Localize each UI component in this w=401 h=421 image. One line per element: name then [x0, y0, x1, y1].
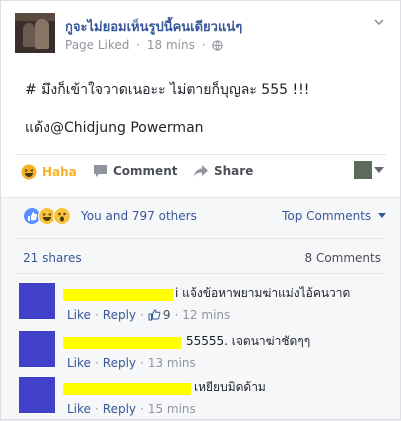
comment-like-link[interactable]: Like [67, 308, 91, 322]
comment-label: Comment [113, 164, 178, 178]
comment-item: เหยียบมิดด้าม Like · Reply · 15 mins [19, 377, 386, 421]
comment-text: 55555. เจตนาฆ่าชัดๆๆ [186, 334, 311, 348]
reactions-count-link[interactable]: You and 797 others [81, 209, 197, 223]
separator: · [140, 402, 144, 416]
page-name-link[interactable]: กูจะไม่ยอมเห็นรูปนี้คนเดียวแน่ๆ [65, 16, 242, 37]
comment-text: เหยียบมิดด้าม [194, 380, 266, 394]
wow-reaction-icon [53, 207, 71, 225]
comment-reply-link[interactable]: Reply [103, 308, 136, 322]
divider [15, 154, 386, 155]
comment-actions: Like · Reply · 13 mins [67, 356, 196, 370]
comments-count[interactable]: 8 Comments [305, 251, 382, 265]
post-meta: Page Liked · 18 mins · [65, 38, 226, 52]
post-text-line-1: # มึงก็เข้าใจวาดเนอะะ ไม่ตายก็บุญละ 555 … [25, 82, 310, 98]
haha-icon [21, 164, 37, 180]
shares-count-link[interactable]: 21 shares [23, 251, 82, 265]
separator: · [94, 356, 99, 370]
page-avatar[interactable] [15, 13, 55, 53]
globe-icon [212, 40, 223, 51]
comment-reply-link[interactable]: Reply [103, 356, 136, 370]
top-comments-dropdown[interactable]: Top Comments [282, 209, 386, 223]
haha-button[interactable]: Haha [21, 164, 77, 180]
top-comments-label: Top Comments [282, 209, 372, 223]
share-icon [193, 164, 209, 178]
reaction-icons[interactable] [23, 207, 71, 225]
separator: · [140, 356, 144, 370]
comment-like-count[interactable]: 9 [163, 308, 171, 322]
separator: · [94, 308, 99, 322]
commenter-name-redacted[interactable] [63, 383, 191, 395]
chevron-down-icon [378, 213, 386, 219]
chevron-down-icon[interactable] [372, 15, 386, 29]
commenter-name-redacted[interactable] [63, 289, 173, 301]
comment-timestamp[interactable]: 13 mins [148, 356, 196, 370]
comment-item: 55555. เจตนาฆ่าชัดๆๆ Like · Reply · 13 m… [19, 331, 386, 375]
divider [1, 197, 400, 198]
comment-item: i แจ้งข้อหาพยามฆ่าแม่งไอ้คนวาด Like · Re… [19, 283, 386, 327]
post-card: กูจะไม่ยอมเห็นรูปนี้คนเดียวแน่ๆ Page Lik… [0, 0, 401, 420]
comment-like-link[interactable]: Like [67, 356, 91, 370]
share-button[interactable]: Share [193, 164, 253, 178]
comment-button[interactable]: Comment [93, 164, 177, 178]
haha-label: Haha [42, 165, 77, 179]
comment-like-link[interactable]: Like [67, 402, 91, 416]
comment-timestamp[interactable]: 15 mins [148, 402, 196, 416]
divider [15, 273, 386, 274]
commenter-avatar[interactable] [19, 377, 55, 413]
share-as-avatar[interactable] [354, 161, 372, 179]
meta-separator: · [201, 38, 206, 52]
post-actions: Haha Comment Share [15, 158, 386, 188]
comment-timestamp[interactable]: 12 mins [182, 308, 230, 322]
page-liked-status: Page Liked [65, 38, 130, 52]
like-count-icon [148, 309, 161, 321]
meta-separator: · [136, 38, 141, 52]
commenter-name-redacted[interactable] [63, 337, 181, 349]
divider [15, 238, 386, 239]
comment-reply-link[interactable]: Reply [103, 402, 136, 416]
comment-actions: Like · Reply · 9 · 12 mins [67, 308, 230, 322]
chevron-down-icon[interactable] [374, 167, 384, 173]
separator: · [174, 308, 179, 322]
share-label: Share [214, 164, 254, 178]
comment-actions: Like · Reply · 15 mins [67, 402, 196, 416]
post-header: กูจะไม่ยอมเห็นรูปนี้คนเดียวแน่ๆ Page Lik… [15, 13, 386, 57]
comment-text: i แจ้งข้อหาพยามฆ่าแม่งไอ้คนวาด [175, 286, 351, 300]
commenter-avatar[interactable] [19, 331, 55, 367]
comment-icon [93, 164, 108, 178]
commenter-avatar[interactable] [19, 283, 55, 319]
separator: · [94, 402, 99, 416]
separator: · [140, 308, 144, 322]
post-text-line-2: แด้ง@Chidjung Powerman [25, 120, 204, 136]
post-timestamp[interactable]: 18 mins [147, 38, 195, 52]
